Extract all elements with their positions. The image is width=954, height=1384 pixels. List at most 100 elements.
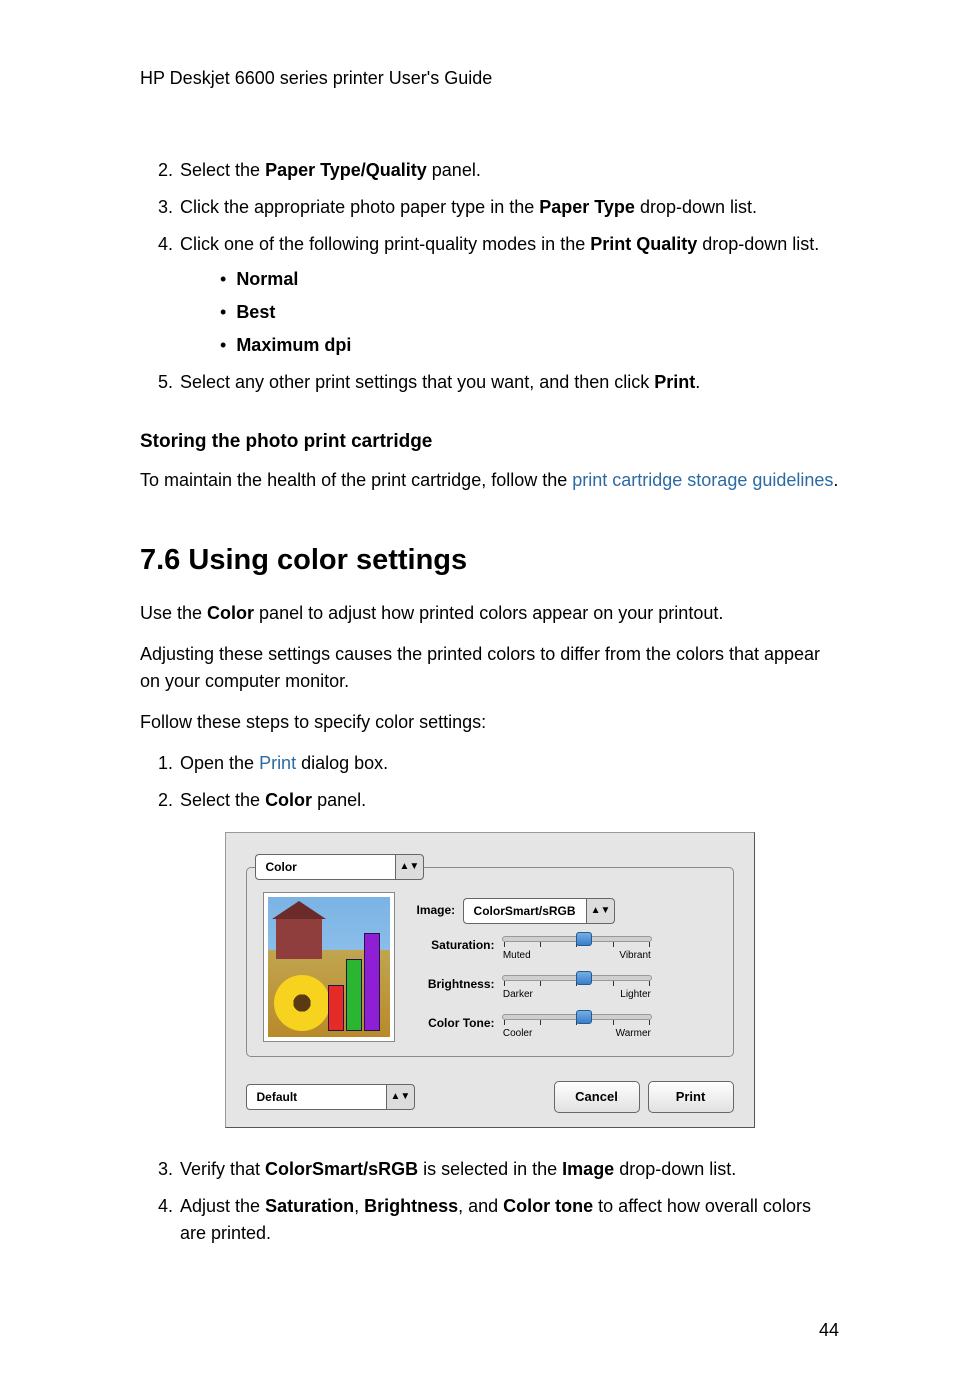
updown-chevron-icon: ▲▼ [395,854,425,880]
step-4: 4. Click one of the following print-qual… [158,231,839,359]
saturation-slider[interactable]: Muted Vibrant [502,936,652,963]
step-2: 2. Select the Paper Type/Quality panel. [158,157,839,184]
step-text: Click one of the following print-quality… [180,234,590,254]
color-intro-3: Follow these steps to specify color sett… [140,709,839,736]
step-number: 4. [158,231,173,258]
slider-thumb[interactable] [576,971,592,985]
image-label: Image: [417,903,456,917]
p-text: Use the [140,603,207,623]
step-number: 2. [158,787,173,814]
preset-select[interactable]: Default ▲▼ [246,1084,416,1110]
step-bold: Brightness [364,1196,458,1216]
step-4b: 4. Adjust the Saturation, Brightness, an… [158,1193,839,1247]
preview-bar-red [328,985,344,1031]
p-text: panel to adjust how printed colors appea… [254,603,723,623]
step-bold: Color tone [503,1196,593,1216]
step-number: 4. [158,1193,173,1220]
step-text: drop-down list. [614,1159,736,1179]
step-2b: 2. Select the Color panel. [158,787,839,814]
step-text: Select the [180,160,265,180]
step-text: panel. [312,790,366,810]
storing-text: To maintain the health of the print cart… [140,470,572,490]
step-bold: Paper Type/Quality [265,160,427,180]
page-header: HP Deskjet 6600 series printer User's Gu… [140,65,839,92]
step-number: 3. [158,194,173,221]
panel-select-value: Color [255,854,395,880]
slider-right: Warmer [616,1026,651,1041]
step-text: Click the appropriate photo paper type i… [180,197,539,217]
step-text: . [695,372,700,392]
steps-list-2: 1. Open the Print dialog box. 2. Select … [140,750,839,814]
slider-left: Cooler [503,1026,532,1041]
quality-modes-list: Normal Best Maximum dpi [180,266,839,359]
step-3b: 3. Verify that ColorSmart/sRGB is select… [158,1156,839,1183]
subheading-storing: Storing the photo print cartridge [140,428,839,457]
panel-select[interactable]: Color ▲▼ [255,854,425,880]
updown-chevron-icon: ▲▼ [386,1084,416,1110]
storing-text: . [833,470,838,490]
step-bold: Print [654,372,695,392]
step-bold: Print Quality [590,234,697,254]
brightness-slider[interactable]: Darker Lighter [502,975,652,1002]
slider-left: Muted [503,948,531,963]
saturation-label: Saturation: [417,936,495,954]
step-text: drop-down list. [635,197,757,217]
color-preview [263,892,395,1042]
step-text: Adjust the [180,1196,265,1216]
slider-right: Vibrant [619,948,651,963]
step-bold: Paper Type [539,197,635,217]
mode-maxdpi: Maximum dpi [220,332,839,359]
step-number: 5. [158,369,173,396]
image-select[interactable]: ColorSmart/sRGB ▲▼ [463,898,616,924]
step-bold: Saturation [265,1196,354,1216]
preview-barn [276,917,322,959]
slider-thumb[interactable] [576,1010,592,1024]
updown-chevron-icon: ▲▼ [586,898,616,924]
step-text: drop-down list. [697,234,819,254]
slider-thumb[interactable] [576,932,592,946]
image-select-value: ColorSmart/sRGB [463,898,586,924]
print-button[interactable]: Print [648,1081,734,1113]
mode-label: Maximum dpi [236,335,351,355]
step-number: 3. [158,1156,173,1183]
steps-list-1: 2. Select the Paper Type/Quality panel. … [140,157,839,396]
color-intro-2: Adjusting these settings causes the prin… [140,641,839,695]
print-link[interactable]: Print [259,753,296,773]
step-text: dialog box. [296,753,388,773]
cancel-button[interactable]: Cancel [554,1081,640,1113]
slider-left: Darker [503,987,533,1002]
step-text: Select the [180,790,265,810]
color-intro-1: Use the Color panel to adjust how printe… [140,600,839,627]
step-text: , [354,1196,364,1216]
preview-bar-blue [364,933,380,1031]
steps-list-2b: 3. Verify that ColorSmart/sRGB is select… [140,1156,839,1247]
step-number: 2. [158,157,173,184]
colortone-label: Color Tone: [417,1014,495,1032]
colortone-slider[interactable]: Cooler Warmer [502,1014,652,1041]
storage-guidelines-link[interactable]: print cartridge storage guidelines [572,470,833,490]
step-number: 1. [158,750,173,777]
slider-right: Lighter [620,987,651,1002]
brightness-label: Brightness: [417,975,495,993]
step-bold: Color [265,790,312,810]
step-5: 5. Select any other print settings that … [158,369,839,396]
mode-label: Normal [236,269,298,289]
step-3: 3. Click the appropriate photo paper typ… [158,194,839,221]
storing-paragraph: To maintain the health of the print cart… [140,467,839,494]
preview-sunflower [274,975,330,1031]
mode-normal: Normal [220,266,839,293]
step-text: Open the [180,753,259,773]
p-bold: Color [207,603,254,623]
section-heading: 7.6 Using color settings [140,539,839,583]
preset-select-value: Default [246,1084,386,1110]
step-bold: ColorSmart/sRGB [265,1159,418,1179]
step-bold: Image [562,1159,614,1179]
step-text: Verify that [180,1159,265,1179]
preview-bar-green [346,959,362,1031]
mode-best: Best [220,299,839,326]
step-text: , and [458,1196,503,1216]
color-dialog: Color ▲▼ Image: [225,832,755,1128]
mode-label: Best [236,302,275,322]
step-text: Select any other print settings that you… [180,372,654,392]
step-text: is selected in the [418,1159,562,1179]
